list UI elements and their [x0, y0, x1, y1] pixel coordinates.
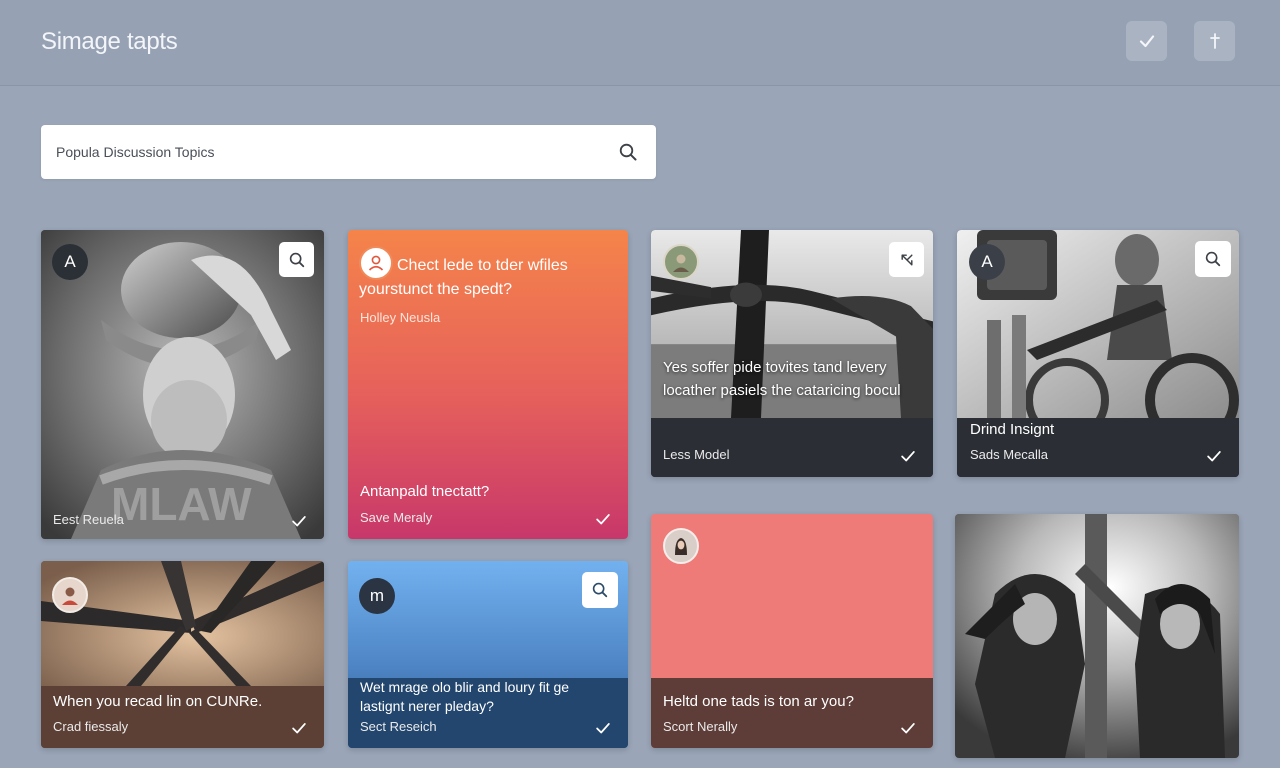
card-footer: Drind Insignt Sads Mecalla	[957, 418, 1239, 477]
search-icon	[619, 143, 637, 161]
card-footer: Wet mrage olo blir and loury fit ge last…	[348, 678, 628, 748]
search-icon	[289, 252, 304, 267]
check-icon[interactable]	[290, 512, 308, 530]
card-overlay-text: Yes soffer pide tovites tand levery loca…	[663, 359, 901, 399]
card-photo	[41, 561, 324, 686]
search-bar	[41, 125, 656, 179]
card-subtitle: Eest Reuela	[53, 512, 124, 527]
card-title: Wet mrage olo blir and loury fit ge last…	[360, 679, 570, 714]
topic-card[interactable]: Heltd one tads is ton ar you? Scort Nera…	[651, 514, 933, 748]
author-avatar[interactable]	[663, 244, 699, 280]
card-subtitle: Save Meraly	[360, 510, 433, 525]
topic-card[interactable]: Yes soffer pide tovites tand levery loca…	[651, 230, 933, 477]
avatar-letter: A	[981, 252, 993, 271]
avatar-letter: A	[64, 252, 76, 271]
check-icon	[1139, 35, 1154, 48]
topic-card[interactable]: A Drind Insignt Sads Mecalla	[957, 230, 1239, 477]
check-icon[interactable]	[594, 510, 612, 528]
author-avatar[interactable]	[52, 577, 88, 613]
avatar-letter: m	[369, 586, 385, 605]
card-footer: Eest Reuela	[41, 506, 324, 539]
card-search-button[interactable]	[279, 242, 314, 277]
app-header: Simage tapts	[0, 0, 1280, 86]
card-subtitle: Sads Mecalla	[970, 447, 1049, 462]
card-subtitle: Scort Nerally	[663, 719, 738, 734]
card-subtitle: Sect Reseich	[360, 719, 437, 734]
topic-card[interactable]: m Wet mrage olo blir and loury fit ge la…	[348, 561, 628, 748]
card-title: Drind Insignt	[970, 421, 1055, 438]
check-icon[interactable]	[594, 719, 612, 737]
card-search-button[interactable]	[1195, 241, 1231, 277]
search-icon	[1205, 251, 1221, 267]
author-avatar[interactable]: m	[359, 578, 395, 614]
card-footer: When you recad lin on CUNRe. Crad fiessa…	[41, 686, 324, 748]
check-icon[interactable]	[290, 719, 308, 737]
search-icon	[592, 582, 608, 598]
person-icon	[673, 254, 689, 272]
card-photo	[955, 514, 1239, 758]
card-subtitle: Crad fiessaly	[53, 719, 129, 734]
card-title: Antanpald tnectatt?	[360, 483, 490, 500]
expand-icon	[900, 253, 913, 266]
person-icon	[675, 538, 687, 555]
search-input[interactable]	[56, 125, 596, 179]
card-search-button[interactable]	[582, 572, 618, 608]
app-title: Simage tapts	[41, 28, 178, 55]
card-author: Holley Neusla	[360, 310, 441, 325]
check-icon[interactable]	[1205, 447, 1223, 465]
confirm-button[interactable]	[1126, 21, 1167, 61]
person-icon	[62, 587, 78, 605]
card-expand-button[interactable]	[889, 242, 924, 277]
topic-card[interactable]: MLAW A Eest Reuela	[41, 230, 324, 539]
card-title: Heltd one tads is ton ar you?	[663, 693, 854, 710]
card-footer: Less Model	[651, 418, 933, 477]
check-icon[interactable]	[899, 447, 917, 465]
pin-button[interactable]	[1194, 21, 1235, 61]
card-footer: Heltd one tads is ton ar you? Scort Nera…	[651, 678, 933, 748]
card-subtitle: Less Model	[663, 447, 730, 462]
topic-card[interactable]: When you recad lin on CUNRe. Crad fiessa…	[41, 561, 324, 748]
author-avatar[interactable]: A	[52, 244, 88, 280]
topic-card[interactable]	[955, 514, 1239, 758]
card-footer: Antanpald tnectatt? Save Meraly	[348, 480, 628, 539]
author-avatar[interactable]: A	[969, 244, 1005, 280]
author-avatar[interactable]	[663, 528, 699, 564]
search-button[interactable]	[618, 142, 638, 162]
card-headline: Chect lede to tder wfiles yourstunct the…	[359, 257, 568, 298]
card-title: When you recad lin on CUNRe.	[53, 693, 263, 710]
pin-icon	[1209, 33, 1220, 49]
check-icon[interactable]	[899, 719, 917, 737]
topic-card[interactable]: Chect lede to tder wfiles yourstunct the…	[348, 230, 628, 539]
